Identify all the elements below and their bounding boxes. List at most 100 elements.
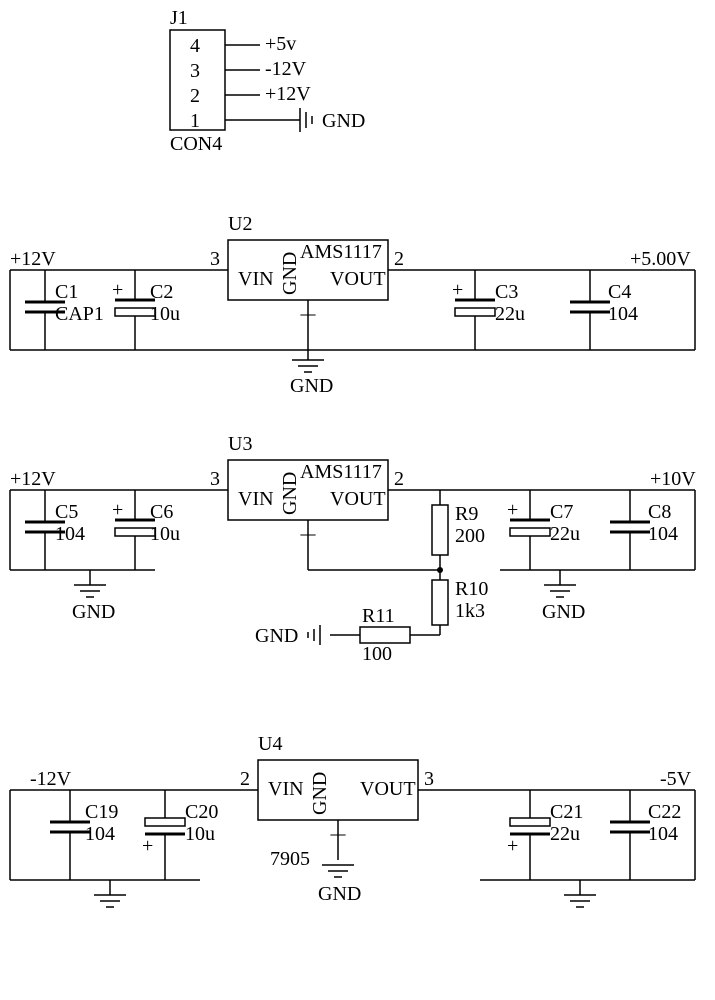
ref-j1: J1 bbox=[170, 7, 188, 29]
type-con4: CON4 bbox=[170, 133, 222, 155]
svg-text:GND: GND bbox=[255, 625, 298, 647]
u2-vout-net: +5.00V bbox=[630, 248, 691, 270]
svg-text:C22: C22 bbox=[648, 801, 681, 823]
svg-text:3: 3 bbox=[424, 768, 434, 790]
svg-text:+10V: +10V bbox=[650, 468, 696, 490]
gnd-left-u4 bbox=[94, 880, 126, 907]
u2-ref: U2 bbox=[228, 213, 252, 235]
u2-pin2: 2 bbox=[394, 248, 404, 270]
cap-c21: + C21 22u bbox=[507, 790, 583, 880]
svg-text:+: + bbox=[452, 279, 463, 301]
svg-text:22u: 22u bbox=[550, 823, 580, 845]
svg-text:⏤: ⏤ bbox=[300, 523, 316, 545]
net-+12: +12V bbox=[265, 83, 311, 105]
cap-c1: C1 CAP1 bbox=[25, 270, 104, 350]
svg-text:C21: C21 bbox=[550, 801, 583, 823]
svg-text:104: 104 bbox=[648, 823, 678, 845]
u2-vin: VIN bbox=[238, 268, 274, 290]
svg-text:C19: C19 bbox=[85, 801, 118, 823]
u3-part: AMS1117 bbox=[300, 461, 382, 483]
regulator-u3: U3 AMS1117 VIN VOUT GND 3 2 +12V +10V C5… bbox=[10, 433, 696, 665]
svg-text:C2: C2 bbox=[150, 281, 173, 303]
cap-c7: + C7 22u bbox=[507, 490, 580, 570]
svg-text:VOUT: VOUT bbox=[330, 488, 386, 510]
cap-c6: + C6 10u bbox=[112, 490, 180, 570]
svg-text:GND: GND bbox=[72, 601, 115, 623]
svg-text:+: + bbox=[112, 499, 123, 521]
u2-vin-net: +12V bbox=[10, 248, 56, 270]
schematic: J1 4 3 2 1 +5v -12V +12V GND CON4 U2 AMS… bbox=[0, 0, 715, 1000]
svg-text:C4: C4 bbox=[608, 281, 631, 303]
svg-text:104: 104 bbox=[608, 303, 638, 325]
regulator-u2: U2 AMS1117 VIN VOUT GND 3 2 +12V +5.00V … bbox=[10, 213, 695, 397]
svg-text:GND: GND bbox=[290, 375, 333, 397]
svg-text:7905: 7905 bbox=[270, 848, 310, 870]
svg-text:GND: GND bbox=[309, 772, 331, 815]
svg-text:C1: C1 bbox=[55, 281, 78, 303]
svg-text:+: + bbox=[112, 279, 123, 301]
svg-text:R9: R9 bbox=[455, 503, 478, 525]
svg-text:GND: GND bbox=[542, 601, 585, 623]
svg-text:VIN: VIN bbox=[268, 778, 304, 800]
u3-ref: U3 bbox=[228, 433, 252, 455]
regulator-u4: U4 VIN VOUT GND 2 3 -12V -5V C19 104 + C… bbox=[10, 733, 695, 907]
svg-text:2: 2 bbox=[240, 768, 250, 790]
res-r10: R10 1k3 bbox=[432, 570, 488, 635]
u2-part: AMS1117 bbox=[300, 241, 382, 263]
svg-text:R11: R11 bbox=[362, 605, 395, 627]
svg-text:22u: 22u bbox=[495, 303, 525, 325]
gnd-center-u4: GND bbox=[318, 865, 361, 905]
res-r9: R9 200 bbox=[432, 490, 485, 570]
gnd-left-u3: GND bbox=[72, 570, 115, 623]
svg-text:3: 3 bbox=[210, 468, 220, 490]
pin-1: 1 bbox=[190, 110, 200, 132]
svg-text:+: + bbox=[507, 499, 518, 521]
svg-text:104: 104 bbox=[648, 523, 678, 545]
cap-c8: C8 104 bbox=[610, 490, 678, 570]
svg-text:VOUT: VOUT bbox=[360, 778, 416, 800]
svg-text:-5V: -5V bbox=[660, 768, 692, 790]
connector-j1: J1 4 3 2 1 +5v -12V +12V GND CON4 bbox=[170, 7, 365, 155]
cap-c5: C5 104 bbox=[25, 490, 85, 570]
svg-text:C5: C5 bbox=[55, 501, 78, 523]
svg-text:⏤: ⏤ bbox=[330, 823, 346, 845]
svg-text:104: 104 bbox=[85, 823, 115, 845]
svg-text:10u: 10u bbox=[150, 303, 180, 325]
svg-text:104: 104 bbox=[55, 523, 85, 545]
svg-text:+: + bbox=[507, 835, 518, 857]
svg-text:+12V: +12V bbox=[10, 468, 56, 490]
svg-text:1k3: 1k3 bbox=[455, 600, 485, 622]
cap-c22: C22 104 bbox=[610, 790, 681, 880]
svg-text:GND: GND bbox=[279, 472, 301, 515]
svg-text:C20: C20 bbox=[185, 801, 218, 823]
svg-text:R10: R10 bbox=[455, 578, 488, 600]
cap-c4: C4 104 bbox=[570, 270, 638, 350]
svg-text:10u: 10u bbox=[185, 823, 215, 845]
svg-text:22u: 22u bbox=[550, 523, 580, 545]
u2-gnd: GND bbox=[279, 252, 301, 295]
pin-4: 4 bbox=[190, 35, 200, 57]
gnd-right-u4 bbox=[564, 880, 596, 907]
svg-text:200: 200 bbox=[455, 525, 485, 547]
gnd-u2: GND bbox=[290, 350, 333, 397]
cap-c2: + C2 10u bbox=[112, 270, 180, 350]
svg-text:C6: C6 bbox=[150, 501, 173, 523]
net-5v: +5v bbox=[265, 33, 296, 55]
svg-text:C8: C8 bbox=[648, 501, 671, 523]
cap-c3: + C3 22u bbox=[452, 270, 525, 350]
cap-c19: C19 104 bbox=[50, 790, 118, 880]
u4-ref: U4 bbox=[258, 733, 282, 755]
gnd-right-u3: GND bbox=[542, 570, 585, 623]
u2-pin3: 3 bbox=[210, 248, 220, 270]
pin-2: 2 bbox=[190, 85, 200, 107]
res-r11: R11 100 bbox=[330, 605, 440, 665]
svg-text:CAP1: CAP1 bbox=[55, 303, 104, 325]
svg-text:⏤: ⏤ bbox=[300, 303, 316, 325]
svg-text:100: 100 bbox=[362, 643, 392, 665]
svg-text:VIN: VIN bbox=[238, 488, 274, 510]
svg-text:C7: C7 bbox=[550, 501, 573, 523]
svg-text:+: + bbox=[142, 835, 153, 857]
u2-vout: VOUT bbox=[330, 268, 386, 290]
svg-text:GND: GND bbox=[318, 883, 361, 905]
svg-text:10u: 10u bbox=[150, 523, 180, 545]
